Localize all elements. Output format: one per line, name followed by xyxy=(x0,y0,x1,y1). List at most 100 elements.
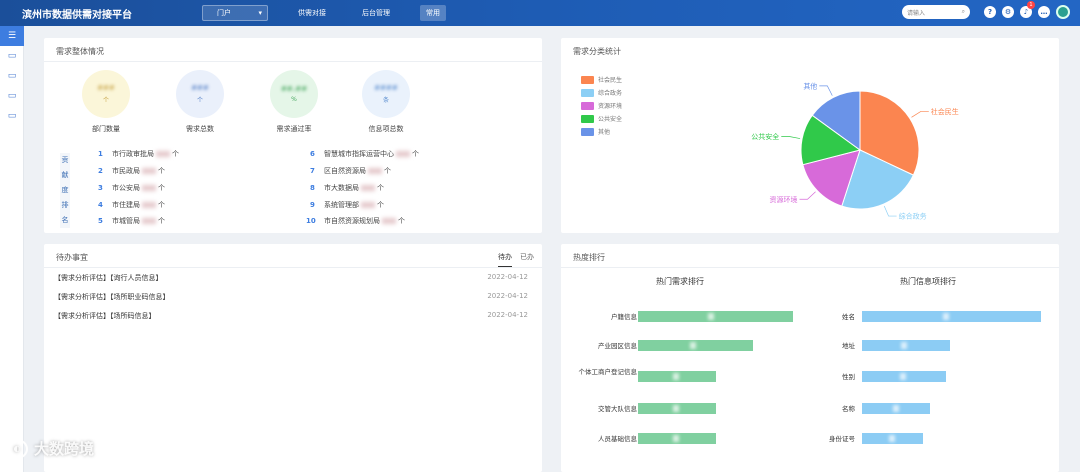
portal-select[interactable]: 门户 ▾ xyxy=(202,5,268,21)
ranking-label-char: 贡 xyxy=(61,156,69,164)
kpi-unit: 个 xyxy=(102,97,109,104)
watermark-logo-icon: ◐ xyxy=(6,438,28,459)
rank-unit: 个 xyxy=(158,184,165,192)
bell-icon[interactable]: ♪ 1 xyxy=(1020,1,1035,18)
notification-badge: 1 xyxy=(1027,1,1035,9)
kpi-circle: ### 个 xyxy=(82,70,130,118)
kpi-unit: 个 xyxy=(196,97,203,104)
redacted-value xyxy=(361,202,375,208)
bar-category-label: 个体工商户登记信息 xyxy=(578,368,638,376)
ranking-item: 4 市住建局 个 xyxy=(98,200,165,210)
bar[interactable] xyxy=(638,311,793,322)
pie-slice-label: 综合政务 xyxy=(899,212,927,221)
avatar[interactable] xyxy=(1056,5,1070,19)
bar[interactable] xyxy=(862,433,923,444)
divider xyxy=(44,267,542,268)
redacted-bar-value xyxy=(707,313,714,320)
search-input[interactable]: 请输入 ⌕ xyxy=(902,5,970,19)
rank-unit: 个 xyxy=(412,150,419,158)
kpi-label: 信息项总数 xyxy=(368,125,404,133)
bar[interactable] xyxy=(862,311,1041,322)
kpi-demand-total: ### 个 需求总数 xyxy=(165,70,235,134)
nav-admin[interactable]: 后台管理 xyxy=(356,5,396,21)
pie-slice-label: 其他 xyxy=(803,81,817,90)
bar[interactable] xyxy=(862,340,950,351)
tab-pending[interactable]: 待办 xyxy=(498,252,512,267)
rank-name: 系统管理部 xyxy=(324,201,359,209)
help-icon[interactable]: ? xyxy=(984,6,996,18)
rank-number: 4 xyxy=(98,201,103,209)
rank-name: 市大数据局 xyxy=(324,184,359,192)
kpi-info-items: #### 条 信息项总数 xyxy=(351,70,421,134)
redacted-value xyxy=(142,185,156,191)
kpi-label: 部门数量 xyxy=(92,125,120,133)
watermark-text: 大数跨境 xyxy=(34,440,95,458)
todo-text[interactable]: 【需求分析评估】【场所职业码信息】 xyxy=(54,292,170,302)
menu-icon[interactable]: ☰ xyxy=(0,26,24,46)
folder-icon[interactable]: ▭ xyxy=(0,66,24,86)
kpi-value: ### xyxy=(191,84,209,92)
redacted-value xyxy=(361,185,375,191)
todo-text[interactable]: 【需求分析评估】【场所码信息】 xyxy=(54,311,156,321)
category-panel: 需求分类统计 社会民生 综合政务 资源环境 公共安全 其他 社会民生 综合政务 资源… xyxy=(561,38,1059,233)
app-title: 滨州市数据供需对接平台 xyxy=(22,9,132,21)
redacted-bar-value xyxy=(689,342,696,349)
bar[interactable] xyxy=(638,340,753,351)
rank-name: 市自然资源规划局 xyxy=(324,217,380,225)
todo-item[interactable]: 【需求分析评估】【场所码信息】 2022-04-12 xyxy=(54,311,528,321)
todo-tabs: 待办 已办 xyxy=(498,252,534,267)
ranking-label-char: 度 xyxy=(61,186,69,194)
kpi-circle: ##.## % xyxy=(270,70,318,118)
rank-number: 7 xyxy=(310,167,315,175)
kpi-circle: ### 个 xyxy=(176,70,224,118)
tab-done[interactable]: 已办 xyxy=(520,252,534,267)
rank-unit: 个 xyxy=(158,201,165,209)
overview-panel: 需求整体情况 ### 个 部门数量 ### 个 需求总数 ##.## % 需求通… xyxy=(44,38,542,233)
bar-category-label: 地址 xyxy=(842,342,855,350)
bar[interactable] xyxy=(862,371,947,382)
todo-item[interactable]: 【需求分析评估】【询行人员信息】 2022-04-12 xyxy=(54,273,528,283)
kpi-department-count: ### 个 部门数量 xyxy=(71,70,141,134)
todo-item[interactable]: 【需求分析评估】【场所职业码信息】 2022-04-12 xyxy=(54,292,528,302)
pie-label-line xyxy=(781,136,801,139)
rank-number: 8 xyxy=(310,184,315,192)
bar[interactable] xyxy=(638,371,716,382)
todo-text[interactable]: 【需求分析评估】【询行人员信息】 xyxy=(54,273,163,283)
redacted-value xyxy=(368,168,382,174)
ranking-label-char: 名 xyxy=(61,216,69,224)
bar[interactable] xyxy=(638,403,716,414)
rank-number: 5 xyxy=(98,217,103,225)
bar-category-label: 人员基础信息 xyxy=(598,435,637,443)
redacted-value xyxy=(396,151,410,157)
kpi-unit: 条 xyxy=(382,97,389,104)
search-icon[interactable]: ⌕ xyxy=(962,8,965,16)
rank-unit: 个 xyxy=(398,217,405,225)
panel-title: 热度排行 xyxy=(573,253,605,262)
hot-demand-title: 热门需求排行 xyxy=(656,277,704,286)
rank-number: 9 xyxy=(310,201,315,209)
folder-icon[interactable]: ▭ xyxy=(0,106,24,126)
ranking-item: 6 智慧城市指挥运营中心 个 xyxy=(310,149,419,159)
ranking-item: 3 市公安局 个 xyxy=(98,183,165,193)
message-icon[interactable]: … xyxy=(1038,6,1050,18)
settings-icon[interactable]: ⚙ xyxy=(1002,6,1014,18)
nav-supply-demand[interactable]: 供需对接 xyxy=(292,5,332,21)
ranking-item: 9 系统管理部 个 xyxy=(310,200,384,210)
todo-date: 2022-04-12 xyxy=(487,311,528,319)
rank-number: 10 xyxy=(306,217,316,225)
rank-number: 3 xyxy=(98,184,103,192)
kpi-circle: #### 条 xyxy=(362,70,410,118)
rank-unit: 个 xyxy=(377,184,384,192)
top-bar: 滨州市数据供需对接平台 门户 ▾ 供需对接 后台管理 常用 请输入 ⌕ ? ⚙ … xyxy=(0,0,1080,26)
pie-label-line xyxy=(883,205,897,217)
kpi-value: ##.## xyxy=(280,85,308,93)
rank-name: 市住建局 xyxy=(112,201,140,209)
bar[interactable] xyxy=(638,433,716,444)
folder-icon[interactable]: ▭ xyxy=(0,46,24,66)
nav-common[interactable]: 常用 xyxy=(420,5,446,21)
redacted-value xyxy=(142,202,156,208)
bar[interactable] xyxy=(862,403,931,414)
ranking-label-char: 排 xyxy=(61,201,69,209)
pie-slice-label: 社会民生 xyxy=(931,107,959,116)
folder-icon[interactable]: ▭ xyxy=(0,86,24,106)
